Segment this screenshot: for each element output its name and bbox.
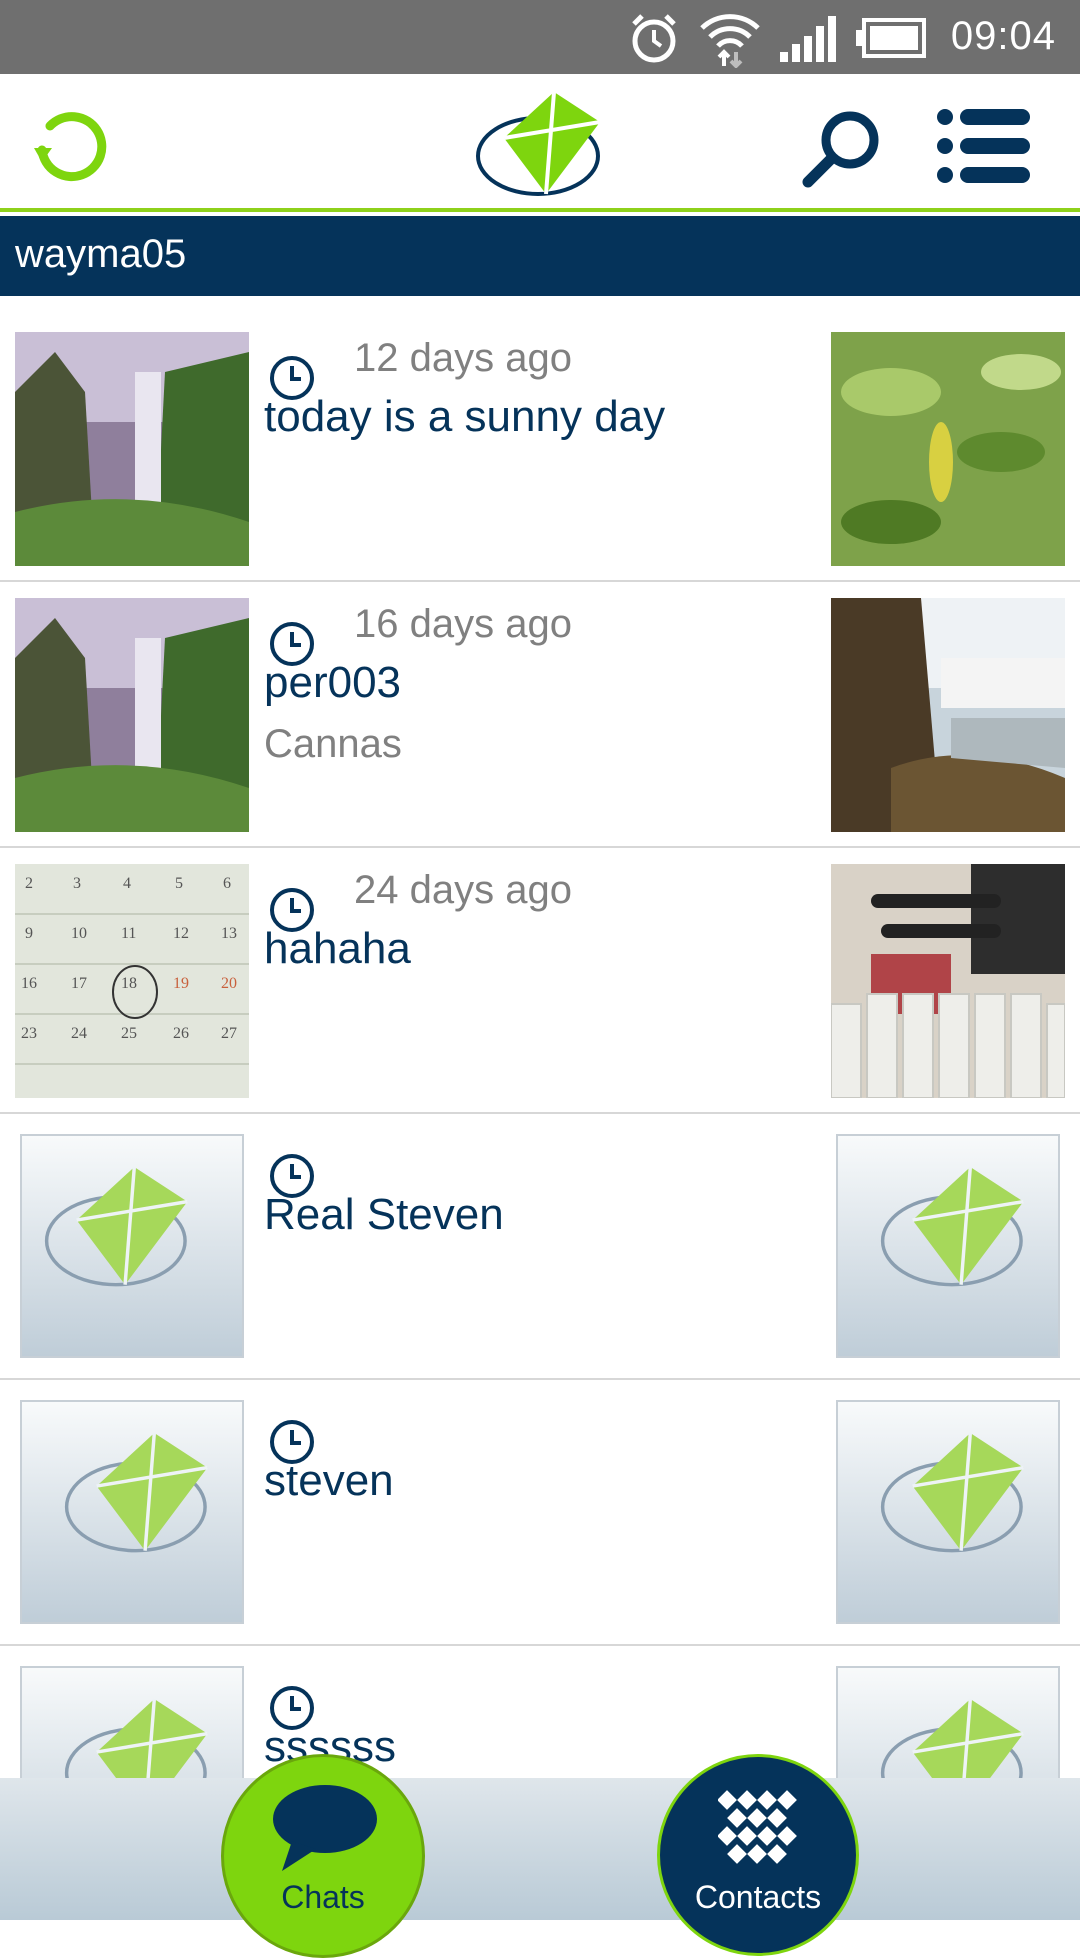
svg-text:12: 12 xyxy=(173,925,189,942)
svg-text:10: 10 xyxy=(71,925,87,942)
conversation-title: per003 xyxy=(264,658,402,707)
app-logo-placeholder xyxy=(64,1432,208,1553)
svg-text:27: 27 xyxy=(221,1025,237,1042)
default-avatar[interactable] xyxy=(20,1134,244,1358)
svg-text:6: 6 xyxy=(223,875,231,892)
contacts-tab[interactable]: Contacts xyxy=(657,1754,859,1956)
conversation-title: Real Steven xyxy=(264,1190,504,1239)
default-image[interactable] xyxy=(836,1400,1060,1624)
time-ago: 12 days ago xyxy=(354,336,572,380)
message-image[interactable] xyxy=(831,332,1065,566)
app-logo-placeholder xyxy=(44,1166,188,1287)
menu-icon[interactable] xyxy=(936,108,1032,184)
svg-text:9: 9 xyxy=(25,925,33,942)
list-item[interactable]: steven xyxy=(0,1380,1080,1646)
conversation-subtitle: Cannas xyxy=(264,722,402,766)
conversation-title: hahaha xyxy=(264,924,411,973)
chats-tab[interactable]: Chats xyxy=(221,1754,425,1958)
app-logo-placeholder xyxy=(880,1698,1024,1778)
wifi-icon xyxy=(700,14,760,68)
svg-text:24: 24 xyxy=(71,1025,87,1042)
svg-text:4: 4 xyxy=(123,875,131,892)
status-bar: 09:04 xyxy=(0,0,1080,74)
default-avatar[interactable] xyxy=(20,1400,244,1624)
default-image[interactable] xyxy=(836,1134,1060,1358)
list-item[interactable]: ssssss xyxy=(0,1646,1080,1778)
app-logo-placeholder xyxy=(880,1166,1024,1287)
list-item[interactable]: Real Steven xyxy=(0,1114,1080,1380)
svg-text:20: 20 xyxy=(221,975,237,992)
list-item[interactable]: 23456 9 10 11 12 13 16 17 18 19 20 23 24 25 26 27 24… xyxy=(0,848,1080,1114)
message-image[interactable] xyxy=(831,864,1065,1098)
svg-text:17: 17 xyxy=(71,975,87,992)
default-avatar[interactable] xyxy=(20,1666,244,1778)
app-logo-placeholder xyxy=(64,1698,208,1778)
search-icon[interactable] xyxy=(800,106,884,190)
svg-text:23: 23 xyxy=(21,1025,37,1042)
svg-text:26: 26 xyxy=(173,1025,189,1042)
conversation-title: today is a sunny day xyxy=(264,392,666,441)
app-bar xyxy=(0,74,1080,212)
conversation-title: steven xyxy=(264,1456,394,1505)
contact-avatar[interactable]: 23456 9 10 11 12 13 16 17 18 19 20 23 24 25 26 27 xyxy=(15,864,249,1098)
svg-text:11: 11 xyxy=(121,925,136,942)
svg-text:16: 16 xyxy=(21,975,37,992)
svg-text:2: 2 xyxy=(25,875,33,892)
alarm-icon xyxy=(632,14,676,63)
list-item[interactable]: 16 days ago per003 Cannas xyxy=(0,582,1080,848)
signal-icon xyxy=(780,16,836,62)
svg-text:19: 19 xyxy=(173,975,189,992)
chats-label: Chats xyxy=(281,1879,365,1915)
time-ago: 24 days ago xyxy=(354,868,572,912)
svg-text:25: 25 xyxy=(121,1025,137,1042)
battery-icon xyxy=(856,18,926,58)
message-image[interactable] xyxy=(831,598,1065,832)
contact-avatar[interactable] xyxy=(15,332,249,566)
contact-avatar[interactable] xyxy=(15,598,249,832)
conversation-list[interactable]: 12 days ago today is a sunny day 16 days… xyxy=(0,296,1080,1778)
default-image[interactable] xyxy=(836,1666,1060,1778)
refresh-icon[interactable] xyxy=(28,104,108,184)
svg-text:5: 5 xyxy=(175,875,183,892)
app-logo-placeholder xyxy=(880,1432,1024,1553)
bottom-nav xyxy=(0,1778,1080,1920)
time-ago: 16 days ago xyxy=(354,602,572,646)
svg-text:18: 18 xyxy=(121,975,137,992)
user-bar: wayma05 xyxy=(0,216,1080,296)
app-logo xyxy=(476,91,601,196)
chat-bubble-icon xyxy=(273,1785,377,1871)
svg-text:13: 13 xyxy=(221,925,237,942)
status-time: 09:04 xyxy=(950,14,1056,58)
contacts-grid-icon xyxy=(718,1790,797,1864)
list-item[interactable]: 12 days ago today is a sunny day xyxy=(0,316,1080,582)
svg-text:3: 3 xyxy=(73,875,81,892)
contacts-label: Contacts xyxy=(694,1879,822,1915)
username-label: wayma05 xyxy=(15,232,187,276)
